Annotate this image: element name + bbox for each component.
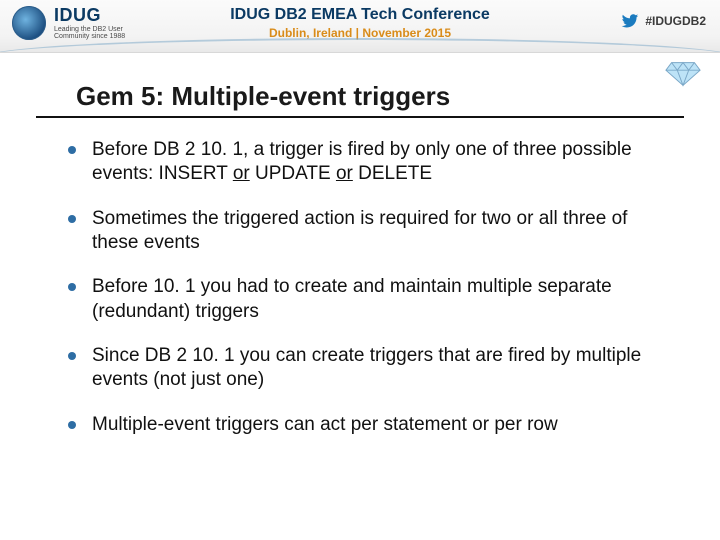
list-item: Since DB 2 10. 1 you can create triggers…	[68, 334, 660, 403]
hashtag-text: #IDUGDB2	[645, 14, 706, 28]
bullet-text: Since DB 2 10. 1 you can create triggers…	[92, 345, 641, 390]
list-item: Before DB 2 10. 1, a trigger is fired by…	[68, 128, 660, 197]
list-item: Multiple-event triggers can act per stat…	[68, 403, 660, 447]
gem-icon	[664, 60, 702, 88]
slide: IDUG Leading the DB2 User Community sinc…	[0, 0, 720, 540]
bullet-list: Before DB 2 10. 1, a trigger is fired by…	[68, 128, 660, 447]
header-bar: IDUG Leading the DB2 User Community sinc…	[0, 0, 720, 53]
conference-block: IDUG DB2 EMEA Tech Conference Dublin, Ir…	[0, 6, 720, 40]
underline-text: or	[336, 163, 353, 184]
bullet-text: Sometimes the triggered action is requir…	[92, 208, 627, 253]
underline-text: or	[233, 163, 250, 184]
list-item: Sometimes the triggered action is requir…	[68, 197, 660, 266]
hashtag-block: #IDUGDB2	[621, 12, 706, 30]
slide-title: Gem 5: Multiple-event triggers	[36, 53, 684, 118]
bullet-text: Multiple-event triggers can act per stat…	[92, 414, 558, 435]
bullet-text: DELETE	[353, 163, 432, 184]
conference-title: IDUG DB2 EMEA Tech Conference	[0, 6, 720, 24]
twitter-icon	[621, 12, 639, 30]
header-wave-decoration	[0, 38, 720, 52]
bullet-text: UPDATE	[250, 163, 336, 184]
list-item: Before 10. 1 you had to create and maint…	[68, 265, 660, 334]
slide-body: Before DB 2 10. 1, a trigger is fired by…	[0, 118, 720, 447]
bullet-text: Before 10. 1 you had to create and maint…	[92, 276, 612, 321]
